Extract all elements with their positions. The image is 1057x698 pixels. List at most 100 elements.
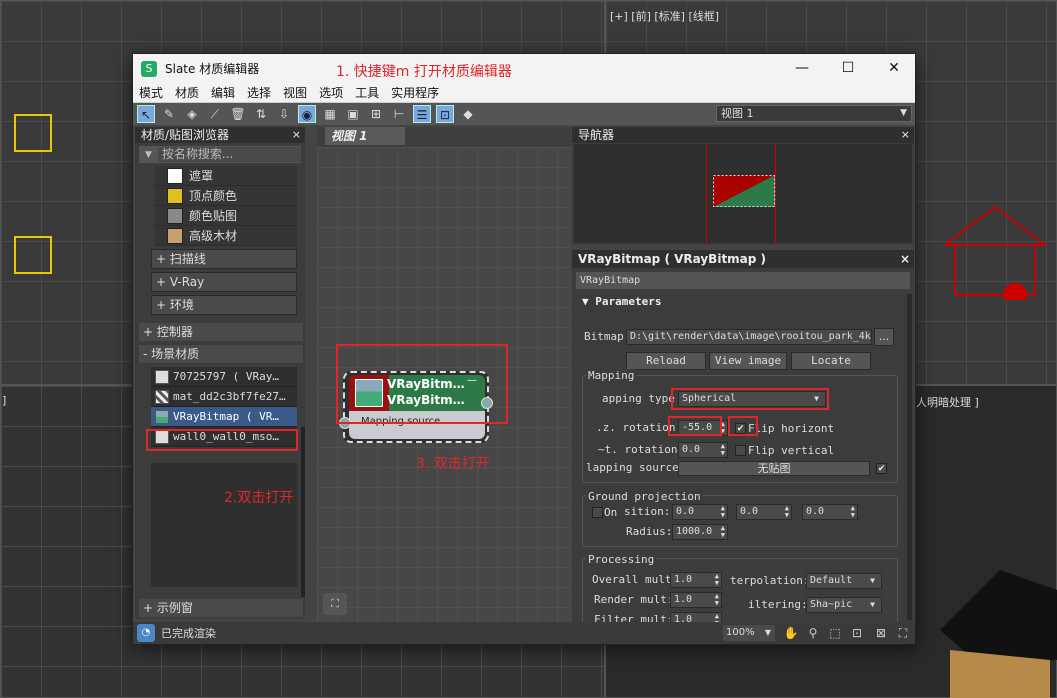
material-list-item[interactable]: 70725797 ( VRay… (151, 367, 297, 387)
unlink-icon[interactable]: ⟋ (206, 105, 224, 123)
param-scrollbar[interactable] (907, 294, 912, 620)
flip-vertical-checkbox[interactable] (735, 445, 746, 456)
minimize-button[interactable]: — (779, 54, 825, 83)
eyedropper-icon[interactable]: ✎ (160, 105, 178, 123)
locate-button[interactable]: Locate (791, 352, 871, 370)
select-tool-icon[interactable]: ↖ (137, 105, 155, 123)
close-icon[interactable]: × (901, 127, 910, 143)
map-list-item[interactable]: 遮罩 (155, 166, 297, 186)
map-list-item[interactable]: 高级木材 (155, 226, 297, 246)
zoom-extents-selected-icon[interactable]: ⊠ (873, 625, 889, 641)
close-icon[interactable]: × (292, 127, 301, 143)
interpolation-select[interactable]: Default ▼ (806, 573, 882, 589)
material-list-item[interactable]: mat_dd2c3bf7fe27… (151, 387, 297, 407)
menu-tools[interactable]: 工具 (355, 84, 379, 101)
material-label: VRayBitmap ( VR… (173, 410, 279, 423)
layout-all-icon[interactable]: ⊞ (367, 105, 385, 123)
chevron-down-icon: ▼ (900, 108, 907, 118)
position-x-field[interactable]: 0.0 ▲ ▼ (672, 504, 728, 520)
title-bar[interactable]: S Slate 材质编辑器 1. 快捷键m 打开材质编辑器 — ☐ ✕ (133, 54, 915, 83)
show-shaded-icon[interactable]: ◉ (298, 105, 316, 123)
position-z-field[interactable]: 0.0 ▲ ▼ (802, 504, 858, 520)
group-environment[interactable]: + 环境 (151, 295, 297, 315)
material-list-item[interactable]: VRayBitmap ( VR… (151, 407, 297, 427)
close-icon[interactable]: × (900, 250, 910, 268)
sample-type-icon[interactable]: ▣ (344, 105, 362, 123)
mapping-source-checkbox[interactable]: ✔ (876, 463, 887, 474)
viewport-label-front[interactable]: [+] [前] [标准] [线框] (610, 8, 719, 24)
mapping-source-button[interactable]: 无贴图 (678, 461, 870, 476)
menu-view[interactable]: 视图 (283, 84, 307, 101)
render-mult-value: 1.0 (674, 594, 693, 605)
map-list-item[interactable]: 颜色贴图 (155, 206, 297, 226)
close-button[interactable]: ✕ (871, 54, 917, 83)
fit-view-icon[interactable]: ⛶ (323, 593, 347, 615)
reload-button[interactable]: Reload (626, 352, 706, 370)
view-image-button[interactable]: View image (709, 352, 787, 370)
overall-mult-field[interactable]: 1.0 ▲ ▼ (670, 572, 722, 588)
zoom-select[interactable]: 100% ▼ (723, 625, 775, 641)
browser-scrollbar[interactable] (301, 427, 305, 597)
section-scene-materials[interactable]: - 场景材质 (139, 345, 303, 363)
annotation-step3: 3. 双击打开 (416, 456, 490, 472)
render-status-icon: ◔ (137, 624, 155, 642)
vertical-rotation-field[interactable]: 0.0 ▲ ▼ (678, 442, 728, 458)
maximize-button[interactable]: ☐ (825, 54, 871, 83)
section-sample-slots[interactable]: + 示例窗 (139, 599, 303, 617)
browse-button[interactable]: ... (874, 328, 894, 346)
spinner-icon[interactable]: ▲▼ (715, 573, 719, 587)
navigator-canvas[interactable] (574, 144, 912, 243)
position-y-field[interactable]: 0.0 ▲ ▼ (736, 504, 792, 520)
assign-material-icon[interactable]: ◈ (183, 105, 201, 123)
group-scanline[interactable]: + 扫描线 (151, 249, 297, 269)
menu-mode[interactable]: 模式 (139, 84, 163, 101)
radius-label: Radius: (626, 525, 673, 538)
layout-children-icon[interactable]: ⊢ (390, 105, 408, 123)
param-editor-toggle-icon[interactable]: ⊡ (436, 105, 454, 123)
menu-select[interactable]: 选择 (247, 84, 271, 101)
zoom-extents-icon[interactable]: ⊡ (849, 625, 865, 641)
tab-view1[interactable]: 视图 1 (325, 127, 405, 145)
spinner-icon[interactable]: ▲▼ (721, 443, 725, 457)
parameter-editor: VRayBitmap ( VRayBitmap ) × VRayBitmap ▼… (572, 250, 914, 622)
spinner-icon[interactable]: ▲▼ (851, 505, 855, 519)
select-by-material-icon[interactable]: ◆ (459, 105, 477, 123)
rollout-parameters[interactable]: ▼ Parameters (576, 293, 910, 311)
zoom-region-icon[interactable]: ⬚ (827, 625, 843, 641)
section-controllers[interactable]: + 控制器 (139, 323, 303, 341)
hide-icon[interactable]: ⇩ (275, 105, 293, 123)
menu-utilities[interactable]: 实用程序 (391, 84, 439, 101)
map-list-item[interactable]: 顶点颜色 (155, 186, 297, 206)
spinner-icon[interactable]: ▲▼ (721, 525, 725, 539)
filtering-select[interactable]: Sha~pic ▼ (806, 597, 882, 613)
menu-edit[interactable]: 编辑 (211, 84, 235, 101)
menu-material[interactable]: 材质 (175, 84, 199, 101)
zoom-icon[interactable]: ⚲ (805, 625, 821, 641)
render-mult-field[interactable]: 1.0 ▲ ▼ (670, 592, 722, 608)
spinner-icon[interactable]: ▲▼ (715, 593, 719, 607)
search-options-icon[interactable]: ▼ (145, 150, 152, 160)
browser-toggle-icon[interactable]: ☰ (413, 105, 431, 123)
spinner-icon[interactable]: ▲▼ (721, 505, 725, 519)
bitmap-path-field[interactable]: D:\git\render\data\image\rooitou_park_4k (626, 329, 872, 345)
material-name-field[interactable]: VRayBitmap (576, 272, 910, 289)
group-vray[interactable]: + V-Ray (151, 272, 297, 292)
filter-mult-field[interactable]: 1.0 ▲▼ (670, 612, 722, 622)
status-text: 已完成渲染 (161, 627, 216, 640)
browser-search[interactable]: ▼ 按名称搜索... (139, 146, 301, 163)
maximize-view-icon[interactable]: ⛶ (895, 625, 911, 641)
material-swatch-icon (155, 369, 169, 384)
viewport-label-shading[interactable]: 人明暗处理 ] (916, 394, 979, 410)
delete-icon[interactable]: 🗑 (229, 105, 247, 123)
pan-icon[interactable]: ✋ (783, 625, 799, 641)
spinner-icon[interactable]: ▲▼ (785, 505, 789, 519)
view-select[interactable]: 视图 1 ▼ (716, 105, 912, 122)
ground-on-checkbox[interactable] (592, 507, 603, 518)
menu-options[interactable]: 选项 (319, 84, 343, 101)
radius-field[interactable]: 1000.0 ▲ ▼ (672, 524, 728, 540)
move-children-icon[interactable]: ⇅ (252, 105, 270, 123)
browser-title: 材质/贴图浏览器 (141, 128, 230, 142)
background-icon[interactable]: ▦ (321, 105, 339, 123)
spinner-icon[interactable]: ▲▼ (715, 613, 719, 623)
search-input[interactable]: 按名称搜索... (157, 147, 301, 162)
